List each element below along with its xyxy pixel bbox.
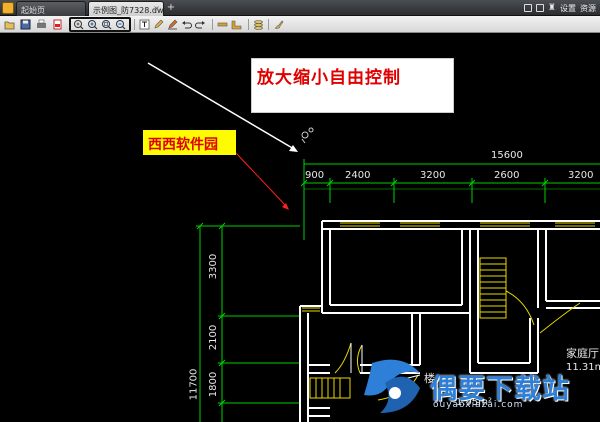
pan-icon[interactable] [72, 18, 85, 31]
dim-vertical-segment: 1800 [208, 371, 220, 398]
export-pdf-icon[interactable] [51, 18, 64, 31]
toolbar-divider [212, 19, 213, 30]
layout-icon[interactable] [230, 18, 243, 31]
toolbar-divider [248, 19, 249, 30]
window-icon[interactable] [535, 4, 544, 12]
add-tab-button[interactable]: + [165, 2, 177, 14]
print-icon[interactable] [35, 18, 48, 31]
red-arrow-head [282, 203, 289, 210]
tab-drawing-file[interactable]: 示例图_防7328.dwg × [88, 1, 164, 16]
watermark-url: ouyaoxiazai.com [433, 400, 524, 410]
dim-segment: 900 [305, 170, 325, 181]
top-right-menu: ♜ 设置 资源 [523, 2, 596, 14]
dim-segment: 3200 [568, 170, 594, 181]
toolbar [0, 16, 600, 33]
save-icon[interactable] [523, 4, 532, 12]
close-icon[interactable]: × [153, 4, 160, 13]
markup-icon[interactable] [166, 18, 179, 31]
zoom-callout-text: 放大缩小自由控制 [257, 68, 401, 88]
app-logo-icon[interactable] [2, 2, 14, 14]
pencil-icon[interactable] [152, 18, 165, 31]
toolbar-divider [268, 19, 269, 30]
dim-total-width: 15600 [491, 150, 523, 161]
open-icon[interactable] [3, 18, 16, 31]
toolbar-divider [134, 19, 135, 30]
cursor-icon [301, 127, 314, 144]
dim-segment: 2600 [494, 170, 520, 181]
dim-segment: 3200 [420, 170, 446, 181]
dim-vertical-segment: 2100 [208, 324, 220, 351]
tab-label: 起始页 [21, 6, 45, 15]
brand-callout: 西西软件园 [143, 130, 236, 155]
watermark-logo-icon [364, 359, 420, 413]
undo-icon[interactable] [180, 18, 193, 31]
cad-viewer-window: 起始页 示例图_防7328.dwg × + ♜ 设置 资源 15600 900 … [0, 0, 600, 422]
paint-icon[interactable] [272, 18, 285, 31]
drawing-canvas[interactable]: 15600 900 2400 3200 2600 3200 3300 2100 … [0, 33, 600, 422]
dim-vertical-segment: 3300 [208, 253, 220, 280]
zoom-out-icon[interactable] [114, 18, 127, 31]
room-label: 家庭厅 [566, 347, 599, 360]
room-area: 11.31m [566, 362, 600, 373]
measure-icon[interactable] [216, 18, 229, 31]
dim-segment: 2400 [345, 170, 371, 181]
zoom-callout: 放大缩小自由控制 [251, 58, 454, 113]
zoom-window-icon[interactable] [100, 18, 113, 31]
dim-vertical-total: 11700 [188, 368, 200, 401]
settings-link[interactable]: 设置 [560, 3, 576, 14]
text-icon[interactable] [138, 18, 151, 31]
layers-icon[interactable] [252, 18, 265, 31]
tab-start-page[interactable]: 起始页 [16, 1, 86, 16]
brand-callout-text: 西西软件园 [148, 137, 218, 153]
zoom-in-icon[interactable] [86, 18, 99, 31]
shirt-icon[interactable]: ♜ [548, 3, 556, 13]
windows [302, 222, 595, 312]
redo-icon[interactable] [194, 18, 207, 31]
resources-link[interactable]: 资源 [580, 3, 596, 14]
tab-bar: 起始页 示例图_防7328.dwg × + ♜ 设置 资源 [0, 0, 600, 16]
save-icon[interactable] [19, 18, 32, 31]
red-arrow-line [235, 152, 288, 208]
